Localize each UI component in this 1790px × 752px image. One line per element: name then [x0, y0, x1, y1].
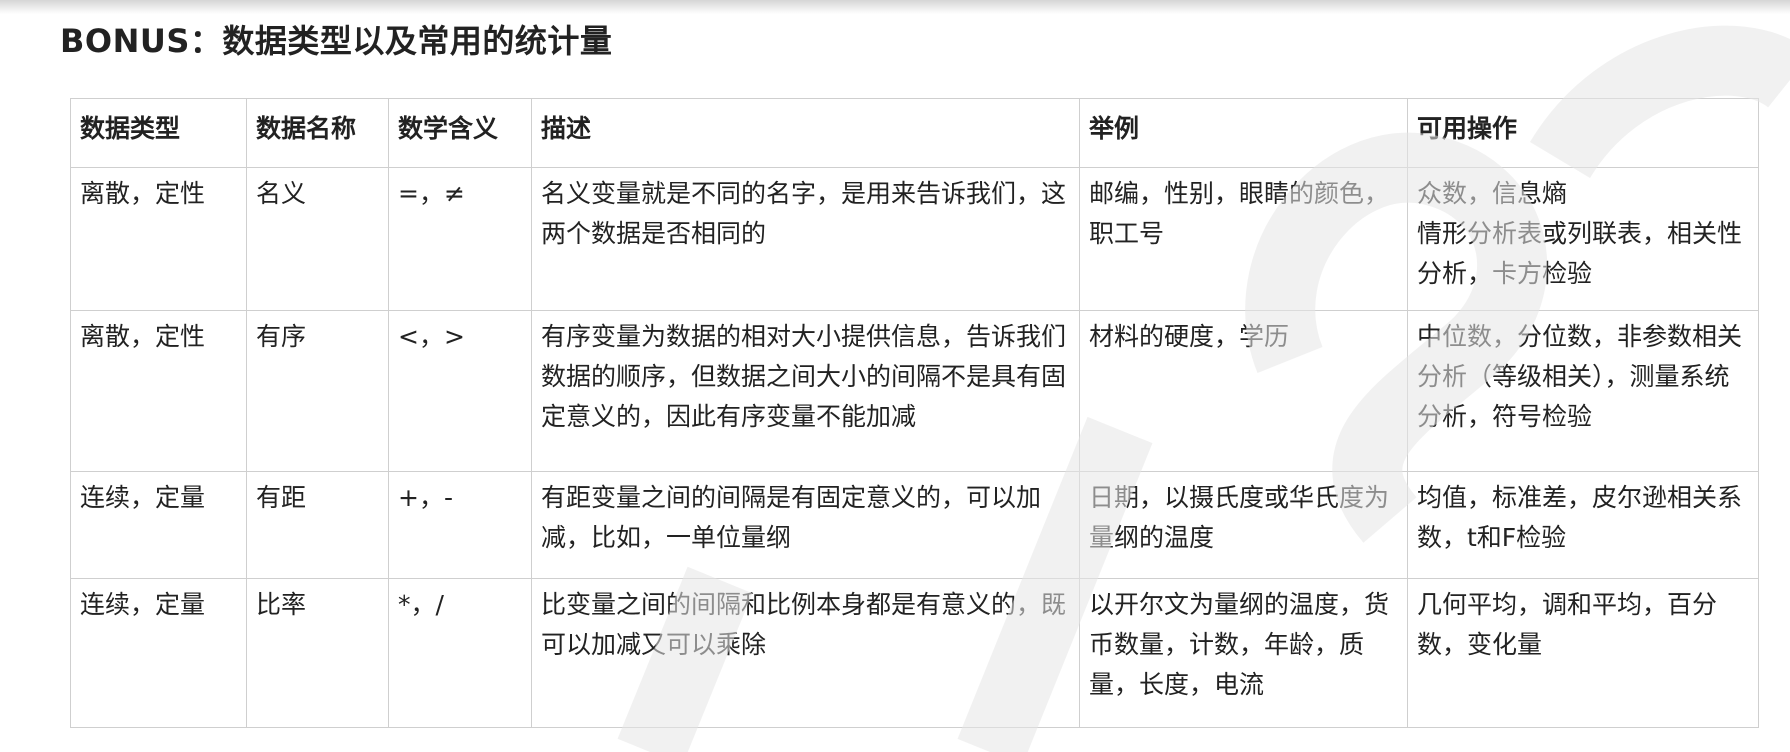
cell-name: 有距: [246, 471, 389, 579]
table-row: 连续，定量 比率 *，/ 比变量之间的间隔和比例本身都是有意义的，既可以加减又可…: [70, 578, 1759, 728]
header-math-meaning: 数学含义: [388, 98, 532, 168]
cell-math: =，≠: [388, 167, 532, 311]
cell-math: *，/: [388, 578, 532, 728]
cell-description: 有距变量之间的间隔是有固定意义的，可以加减，比如，一单位量纲: [531, 471, 1080, 579]
operations-line: 均值，标准差，皮尔逊相关系数，t和F检验: [1417, 483, 1743, 552]
cell-name: 比率: [246, 578, 389, 728]
page-title: BONUS：数据类型以及常用的统计量: [60, 22, 613, 60]
cell-name: 名义: [246, 167, 389, 311]
header-data-name: 数据名称: [246, 98, 389, 168]
header-data-type: 数据类型: [70, 98, 247, 168]
operations-line: 中位数，分位数，非参数相关分析（等级相关），测量系统分析，符号检验: [1417, 322, 1743, 431]
operations-line: 众数，信息熵: [1417, 179, 1568, 208]
cell-example: 以开尔文为量纲的温度，货币数量，计数，年龄，质量，长度，电流: [1079, 578, 1408, 728]
table-row: 连续，定量 有距 +，- 有距变量之间的间隔是有固定意义的，可以加减，比如，一单…: [70, 471, 1759, 579]
header-description: 描述: [531, 98, 1080, 168]
cell-type: 离散，定性: [70, 167, 247, 311]
top-shadow: [0, 0, 1790, 14]
cell-description: 名义变量就是不同的名字，是用来告诉我们，这两个数据是否相同的: [531, 167, 1080, 311]
cell-math: +，-: [388, 471, 532, 579]
cell-operations: 几何平均，调和平均，百分数，变化量: [1407, 578, 1759, 728]
table-header-row: 数据类型 数据名称 数学含义 描述 举例 可用操作: [70, 98, 1759, 168]
cell-description: 有序变量为数据的相对大小提供信息，告诉我们数据的顺序，但数据之间大小的间隔不是具…: [531, 310, 1080, 472]
data-types-table: 数据类型 数据名称 数学含义 描述 举例 可用操作 离散，定性 名义 =，≠ 名…: [70, 98, 1759, 728]
cell-operations: 均值，标准差，皮尔逊相关系数，t和F检验: [1407, 471, 1759, 579]
operations-line: 几何平均，调和平均，百分数，变化量: [1417, 590, 1718, 659]
cell-name: 有序: [246, 310, 389, 472]
cell-example: 材料的硬度，学历: [1079, 310, 1408, 472]
cell-example: 日期，以摄氏度或华氏度为量纲的温度: [1079, 471, 1408, 579]
cell-example: 邮编，性别，眼睛的颜色，职工号: [1079, 167, 1408, 311]
data-types-table-container: 数据类型 数据名称 数学含义 描述 举例 可用操作 离散，定性 名义 =，≠ 名…: [70, 98, 1759, 728]
cell-type: 连续，定量: [70, 471, 247, 579]
cell-type: 离散，定性: [70, 310, 247, 472]
table-row: 离散，定性 名义 =，≠ 名义变量就是不同的名字，是用来告诉我们，这两个数据是否…: [70, 167, 1759, 311]
table-row: 离散，定性 有序 <，> 有序变量为数据的相对大小提供信息，告诉我们数据的顺序，…: [70, 310, 1759, 472]
cell-operations: 众数，信息熵 情形分析表或列联表，相关性分析，卡方检验: [1407, 167, 1759, 311]
cell-description: 比变量之间的间隔和比例本身都是有意义的，既可以加减又可以乘除: [531, 578, 1080, 728]
operations-line: 情形分析表或列联表，相关性分析，卡方检验: [1417, 219, 1743, 288]
cell-type: 连续，定量: [70, 578, 247, 728]
cell-math: <，>: [388, 310, 532, 472]
cell-operations: 中位数，分位数，非参数相关分析（等级相关），测量系统分析，符号检验: [1407, 310, 1759, 472]
header-operations: 可用操作: [1407, 98, 1759, 168]
header-example: 举例: [1079, 98, 1408, 168]
